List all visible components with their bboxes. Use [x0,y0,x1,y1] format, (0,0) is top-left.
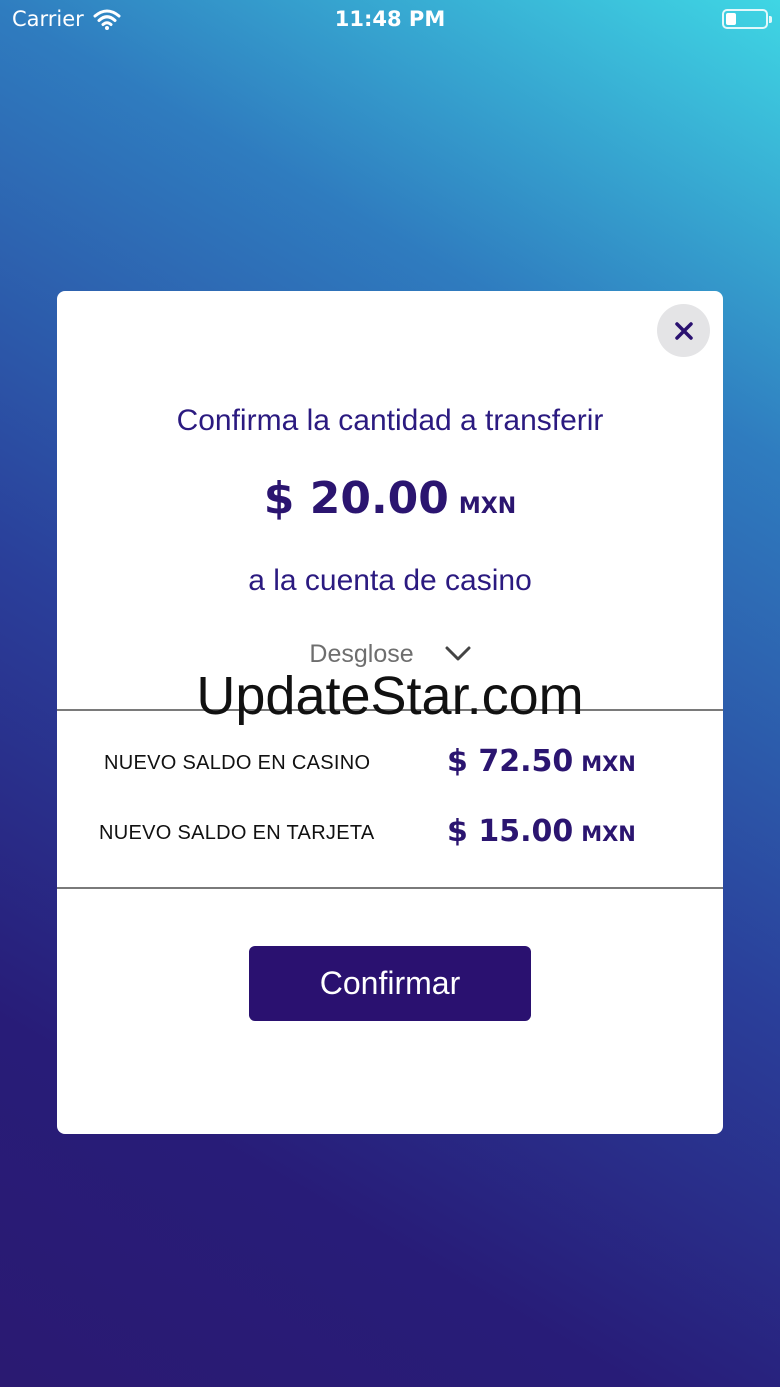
casino-balance-value: $ 72.50 MXN [447,744,636,779]
battery-fill [726,13,736,25]
casino-balance-amount: $ 72.50 [447,744,574,779]
clock: 11:48 PM [334,7,446,31]
status-bar: Carrier 11:48 PM [0,0,780,40]
modal-title: Confirma la cantidad a transferir [176,404,604,437]
casino-balance-label: NUEVO SALDO EN CASINO [104,752,371,774]
casino-balance-currency: MXN [581,752,636,776]
card-balance-value: $ 15.00 MXN [447,814,636,849]
card-balance-amount: $ 15.00 [447,814,574,849]
battery-icon [722,9,772,29]
watermark-logo: UpdateStar.com [196,666,584,726]
divider-bottom [57,887,723,889]
chevron-down-icon [445,646,471,661]
card-balance-currency: MXN [581,822,636,846]
amount-currency: MXN [458,494,517,519]
amount-value: $ 20.00 [263,473,449,524]
close-button[interactable] [657,304,710,357]
battery-tip [769,16,772,23]
transfer-amount: $ 20.00 MXN [57,473,723,524]
modal-subtitle: a la cuenta de casino [248,564,532,597]
card-balance-label: NUEVO SALDO EN TARJETA [99,822,375,844]
close-icon [674,321,693,340]
confirm-button[interactable]: Confirmar [249,946,531,1021]
